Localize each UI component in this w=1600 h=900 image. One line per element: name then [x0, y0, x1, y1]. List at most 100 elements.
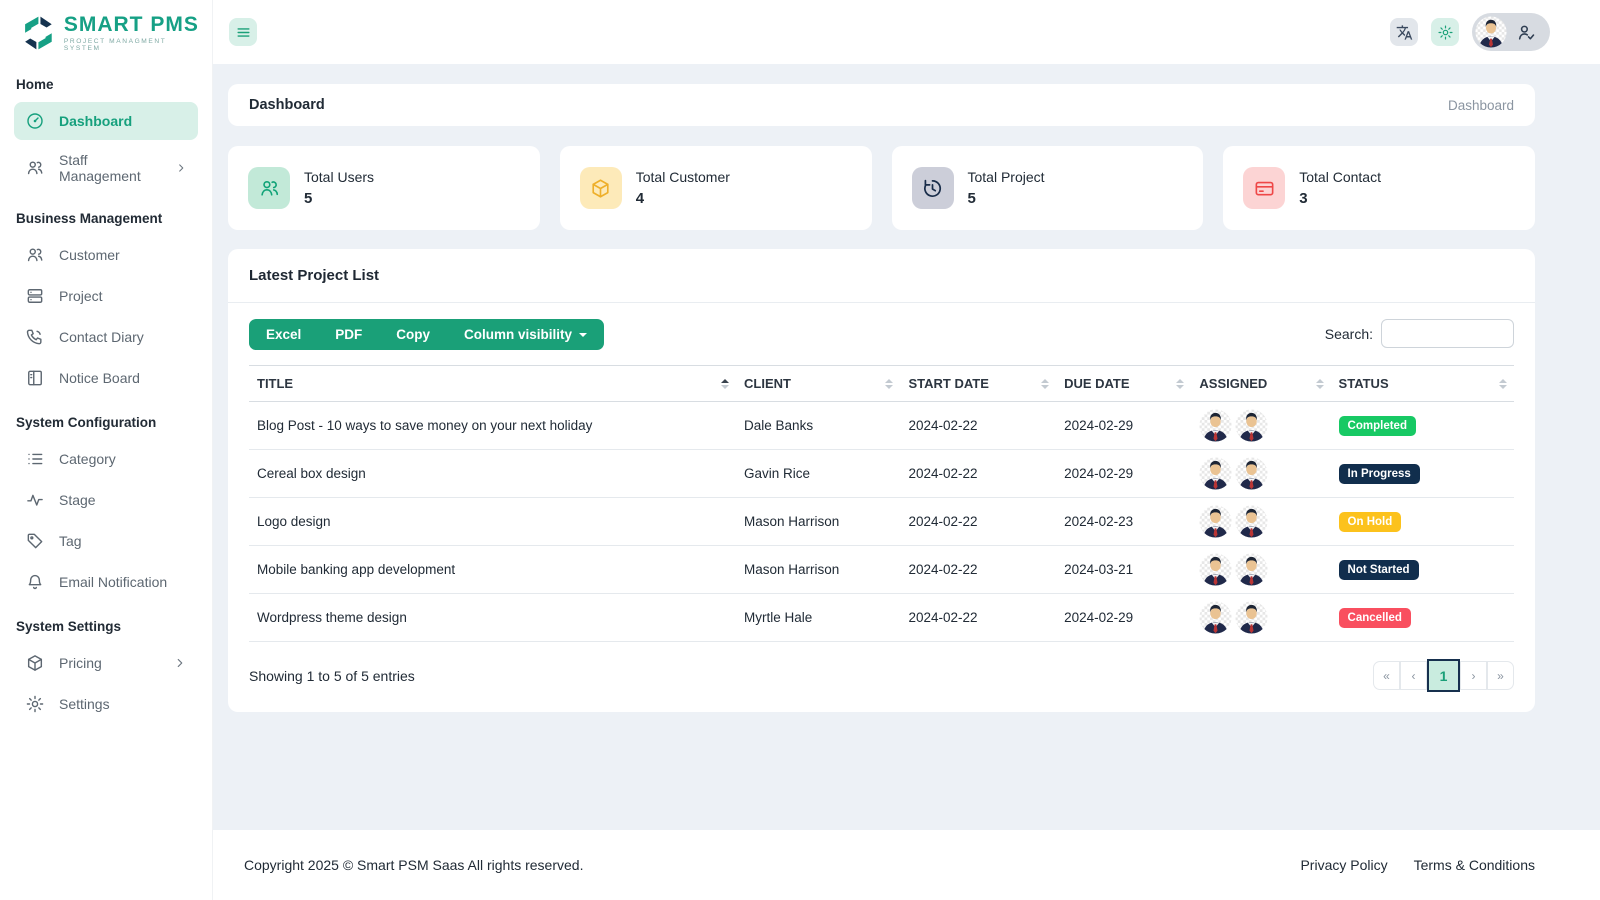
status-badge: In Progress [1339, 464, 1420, 484]
excel-button[interactable]: Excel [249, 319, 318, 350]
cell-title: Cereal box design [249, 450, 736, 498]
cell-title: Blog Post - 10 ways to save money on you… [249, 402, 736, 450]
sort-icon [1499, 379, 1507, 389]
cell-client: Mason Harrison [736, 498, 900, 546]
pagination-next-button[interactable]: › [1460, 661, 1487, 690]
pagination-first-button[interactable]: « [1373, 661, 1400, 690]
sidebar-item-label: Category [59, 451, 116, 467]
clock-history-icon [912, 167, 954, 209]
users-icon [25, 245, 45, 265]
card-title: Latest Project List [228, 249, 1535, 303]
status-badge: Completed [1339, 416, 1416, 436]
page-title: Dashboard [249, 97, 325, 113]
pagination-last-button[interactable]: » [1487, 661, 1514, 690]
column-header-status[interactable]: STATUS [1331, 366, 1514, 402]
assignee-avatar [1199, 409, 1232, 442]
column-header-title[interactable]: TITLE [249, 366, 736, 402]
column-header-start-date[interactable]: START DATE [900, 366, 1056, 402]
avatar [1475, 16, 1507, 48]
sort-icon [1041, 379, 1049, 389]
cell-client: Mason Harrison [736, 546, 900, 594]
sidebar-item-stage[interactable]: Stage [14, 481, 198, 519]
latest-project-list-card: Latest Project List Excel PDF Copy Colum… [228, 249, 1535, 712]
sidebar-item-label: Customer [59, 247, 120, 263]
cell-start-date: 2024-02-22 [900, 450, 1056, 498]
sidebar-item-label: Project [59, 288, 103, 304]
gear-icon [1437, 24, 1454, 41]
cell-status: Cancelled [1331, 594, 1514, 642]
assignee-avatar [1235, 601, 1268, 634]
breadcrumb: Dashboard Dashboard [228, 84, 1535, 126]
column-header-label: DUE DATE [1064, 376, 1129, 391]
privacy-policy-link[interactable]: Privacy Policy [1300, 857, 1387, 873]
settings-button[interactable] [1431, 18, 1459, 46]
sidebar-item-label: Stage [59, 492, 96, 508]
pagination: « ‹ 1 › » [1373, 659, 1514, 692]
main-content: Dashboard Dashboard Total Users 5 Total … [213, 64, 1600, 830]
users-icon [248, 167, 290, 209]
nav-heading-system-configuration: System Configuration [0, 400, 212, 437]
copyright-text: Copyright 2025 © Smart PSM Saas All righ… [244, 857, 583, 873]
sidebar-item-label: Dashboard [59, 113, 132, 129]
column-header-client[interactable]: CLIENT [736, 366, 900, 402]
sidebar-item-label: Staff Management [59, 152, 161, 184]
sidebar-item-settings[interactable]: Settings [14, 685, 198, 723]
copy-button[interactable]: Copy [379, 319, 447, 350]
sidebar: SMART PMS PROJECT MANAGMENT SYSTEM Home … [0, 0, 213, 900]
stat-value: 5 [968, 190, 1045, 207]
profile-menu-button[interactable] [1472, 13, 1550, 51]
chevron-right-icon [175, 161, 187, 175]
sidebar-item-email-notification[interactable]: Email Notification [14, 563, 198, 601]
table-header-row: TITLE CLIENT START DATE [249, 366, 1514, 402]
cell-due-date: 2024-02-29 [1056, 450, 1191, 498]
assignee-avatar [1199, 505, 1232, 538]
cell-start-date: 2024-02-22 [900, 546, 1056, 594]
sidebar-item-customer[interactable]: Customer [14, 236, 198, 274]
bell-icon [25, 572, 45, 592]
sidebar-item-notice-board[interactable]: Notice Board [14, 359, 198, 397]
cell-title: Wordpress theme design [249, 594, 736, 642]
sidebar-item-label: Contact Diary [59, 329, 144, 345]
pdf-button[interactable]: PDF [318, 319, 379, 350]
column-header-due-date[interactable]: DUE DATE [1056, 366, 1191, 402]
sidebar-item-dashboard[interactable]: Dashboard [14, 102, 198, 140]
search-input[interactable] [1381, 319, 1514, 348]
column-header-assigned[interactable]: ASSIGNED [1191, 366, 1330, 402]
assignee-avatar [1235, 409, 1268, 442]
assignee-avatar [1199, 553, 1232, 586]
stat-label: Total Users [304, 169, 374, 185]
column-header-label: ASSIGNED [1199, 376, 1267, 391]
table-row: Cereal box design Gavin Rice 2024-02-22 … [249, 450, 1514, 498]
brand-logo[interactable]: SMART PMS PROJECT MANAGMENT SYSTEM [0, 0, 212, 62]
cell-due-date: 2024-02-29 [1056, 594, 1191, 642]
brand-tagline: PROJECT MANAGMENT SYSTEM [64, 38, 202, 52]
stack-icon [25, 286, 45, 306]
sidebar-item-project[interactable]: Project [14, 277, 198, 315]
chevron-right-icon [173, 656, 187, 670]
sidebar-item-contact-diary[interactable]: Contact Diary [14, 318, 198, 356]
pagination-page-1-button[interactable]: 1 [1427, 659, 1460, 692]
cell-assigned [1191, 450, 1330, 498]
stat-value: 3 [1299, 190, 1381, 207]
terms-conditions-link[interactable]: Terms & Conditions [1414, 857, 1535, 873]
translate-button[interactable] [1390, 18, 1418, 46]
sidebar-item-pricing[interactable]: Pricing [14, 644, 198, 682]
cell-start-date: 2024-02-22 [900, 402, 1056, 450]
menu-button[interactable] [229, 18, 257, 46]
sidebar-item-staff-management[interactable]: Staff Management [14, 143, 198, 193]
stat-card-total-customer: Total Customer 4 [560, 146, 872, 230]
status-badge: On Hold [1339, 512, 1402, 532]
sort-icon [721, 379, 729, 389]
sidebar-item-tag[interactable]: Tag [14, 522, 198, 560]
column-visibility-label: Column visibility [464, 327, 572, 342]
column-header-label: CLIENT [744, 376, 791, 391]
pagination-prev-button[interactable]: ‹ [1400, 661, 1427, 690]
cell-assigned [1191, 402, 1330, 450]
sort-icon [1316, 379, 1324, 389]
sidebar-item-label: Pricing [59, 655, 102, 671]
stat-card-total-users: Total Users 5 [228, 146, 540, 230]
activity-icon [25, 490, 45, 510]
column-visibility-button[interactable]: Column visibility [447, 319, 604, 350]
cell-assigned [1191, 594, 1330, 642]
sidebar-item-category[interactable]: Category [14, 440, 198, 478]
